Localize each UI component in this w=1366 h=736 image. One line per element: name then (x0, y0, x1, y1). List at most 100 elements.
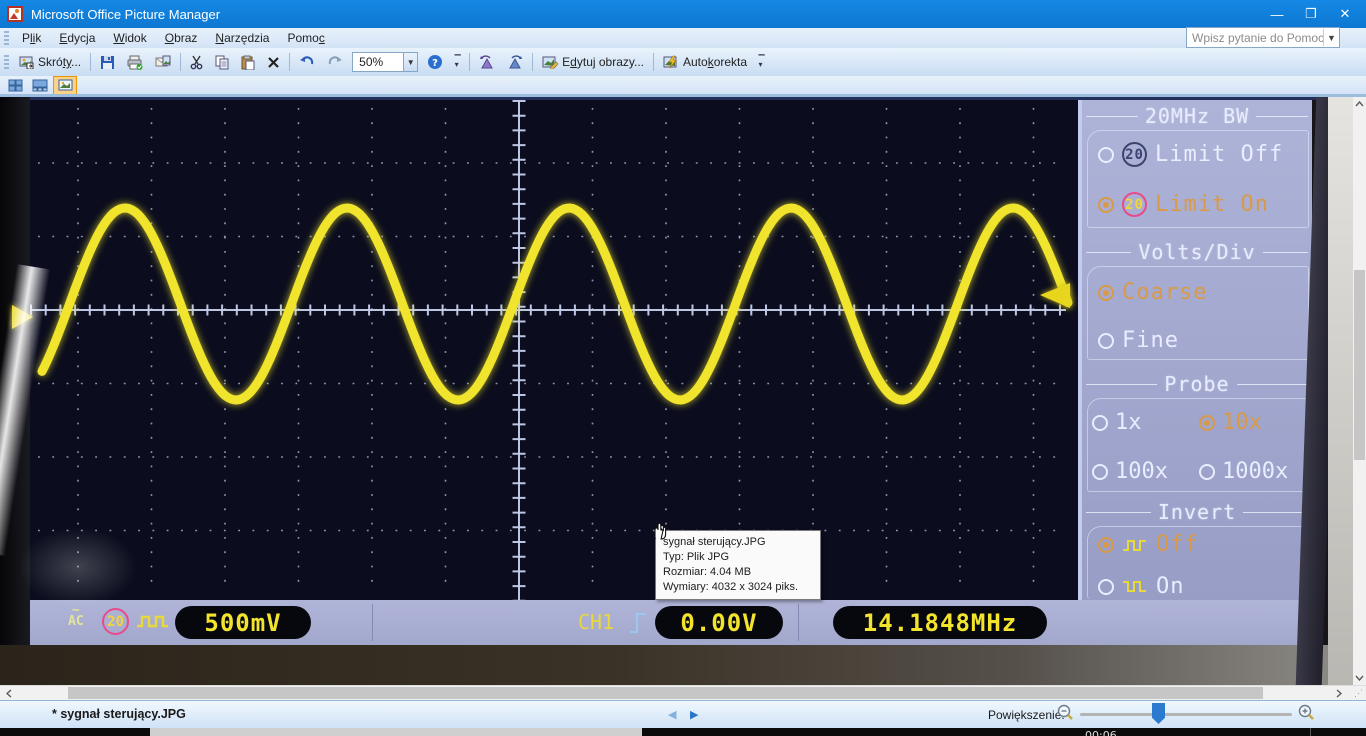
app-icon (7, 6, 23, 22)
rotate-left-button[interactable] (473, 52, 501, 72)
tooltip-dimensions: Wymiary: 4032 x 3024 piks. (663, 580, 813, 595)
minimize-button[interactable]: — (1260, 0, 1294, 28)
menu-edycja[interactable]: Edycja (50, 29, 104, 47)
scroll-down-icon[interactable] (1353, 671, 1366, 685)
view-mode-bar (0, 76, 1366, 94)
tooltip-type: Typ: Plik JPG (663, 550, 813, 565)
coupling-squarewave-icon (136, 612, 170, 632)
rotate-right-button[interactable] (501, 52, 529, 72)
bw-badge-icon: 20 (1122, 142, 1147, 167)
current-filename: * sygnał sterujący.JPG (52, 707, 186, 721)
autocorrect-button[interactable]: Autokorekta (657, 52, 753, 72)
horizontal-scroll-thumb[interactable] (68, 687, 1263, 699)
edit-images-button[interactable]: Edytuj obrazy... (536, 52, 650, 72)
thumbnail-view-button[interactable] (3, 76, 27, 95)
undo-button[interactable] (293, 52, 321, 72)
mail-icon (155, 55, 171, 69)
previous-image-button[interactable]: ◀ (668, 708, 676, 721)
single-image-view-icon (58, 79, 73, 91)
radio-icon (1098, 333, 1114, 349)
help-search-input[interactable]: Wpisz pytanie do Pomocy ▼ (1186, 27, 1340, 48)
zoom-slider-label: Powiększenie: (988, 708, 1065, 722)
option-probe-10x: 10x (1199, 410, 1306, 435)
trigger-edge-icon (628, 608, 650, 636)
option-limit-off: 20 Limit Off (1098, 142, 1283, 167)
volts-per-div-readout: 500mV (175, 606, 311, 639)
zoom-in-icon[interactable] (1298, 704, 1315, 722)
menu-narzedzia[interactable]: Narzędzia (206, 29, 278, 47)
toolbar-grip (4, 31, 9, 45)
option-probe-1000x: 1000x (1199, 459, 1306, 484)
channel-label: CH1 (578, 610, 614, 634)
zoom-value[interactable]: 50% (352, 52, 403, 72)
undo-icon (299, 55, 315, 69)
horizontal-scrollbar[interactable]: ⋰ (0, 685, 1366, 700)
option-invert-on: On (1098, 574, 1185, 599)
zoom-slider-track[interactable] (1080, 713, 1292, 716)
svg-text:?: ? (432, 58, 438, 69)
edit-image-icon (542, 55, 558, 69)
mail-button[interactable] (149, 52, 177, 72)
background-wall (1328, 97, 1353, 685)
option-probe-1x: 1x (1092, 410, 1199, 435)
taskbar-separator (1310, 728, 1311, 736)
toolbar-overflow-icon[interactable]: ▔▾ (755, 51, 768, 73)
help-button[interactable]: ? (421, 51, 449, 73)
toolbar-overflow-icon[interactable]: ▔▾ (451, 51, 464, 73)
print-button[interactable] (121, 52, 149, 73)
option-invert-off: Off (1098, 532, 1199, 557)
redo-button[interactable] (321, 52, 349, 72)
application-window: Microsoft Office Picture Manager — ❐ ✕ P… (0, 0, 1366, 736)
menu-plik[interactable]: Plik (13, 29, 50, 47)
section-title-voltsdiv: Volts/Div (1086, 240, 1308, 264)
scroll-up-icon[interactable] (1353, 97, 1366, 111)
scope-readout-bar: ∼AC 20 500mV CH1 0.00V 14.1848MHz (30, 600, 1312, 645)
title-bar: Microsoft Office Picture Manager — ❐ ✕ (0, 0, 1366, 28)
save-button[interactable] (94, 52, 121, 73)
filmstrip-view-button[interactable] (28, 76, 52, 95)
scope-graticule (30, 100, 1078, 600)
zoom-out-icon[interactable] (1057, 704, 1074, 722)
scroll-right-icon[interactable] (1332, 686, 1346, 700)
shortcut-picture-icon (19, 56, 34, 69)
menu-widok[interactable]: Widok (104, 29, 155, 47)
menu-obraz[interactable]: Obraz (156, 29, 207, 47)
next-image-button[interactable]: ▶ (690, 708, 698, 721)
menu-bar: Plik Edycja Widok Obraz Narzędzia Pomoc … (0, 28, 1366, 48)
close-button[interactable]: ✕ (1328, 0, 1362, 28)
paste-icon (241, 55, 255, 70)
file-info-tooltip: sygnał sterujący.JPG Typ: Plik JPG Rozmi… (655, 530, 821, 600)
radio-icon (1199, 464, 1215, 480)
copy-icon (215, 55, 229, 70)
taskbar-window-button[interactable] (150, 728, 642, 736)
taskbar-clock: 00:06 (1085, 728, 1145, 736)
copy-button[interactable] (209, 52, 235, 73)
glare-reflection (18, 527, 138, 607)
help-search-placeholder: Wpisz pytanie do Pomocy (1187, 31, 1323, 45)
delete-button[interactable] (261, 53, 286, 72)
menu-pomoc[interactable]: Pomoc (278, 29, 333, 47)
cut-button[interactable] (184, 52, 209, 73)
restore-button[interactable]: ❐ (1294, 0, 1328, 28)
section-title-invert: Invert (1086, 500, 1308, 524)
scroll-left-icon[interactable] (2, 686, 16, 700)
save-icon (100, 55, 115, 70)
help-search-dropdown-icon[interactable]: ▼ (1323, 29, 1339, 46)
single-image-view-button[interactable] (53, 76, 77, 95)
redo-icon (327, 55, 343, 69)
paste-button[interactable] (235, 52, 261, 73)
option-probe-100x: 100x (1092, 459, 1199, 484)
zoom-combobox[interactable]: 50% ▼ (352, 52, 418, 72)
zoom-dropdown-icon[interactable]: ▼ (403, 52, 418, 72)
delete-x-icon (267, 56, 280, 69)
printer-icon (127, 55, 143, 70)
squarewave-inverted-icon (1122, 580, 1148, 594)
vertical-scrollbar[interactable] (1353, 97, 1366, 685)
radio-icon (1199, 415, 1215, 431)
help-icon: ? (427, 54, 443, 70)
shortcuts-button[interactable]: Skróty... (13, 52, 87, 72)
vertical-scroll-thumb[interactable] (1354, 270, 1365, 460)
trigger-level-readout: 0.00V (655, 606, 783, 639)
bandwidth-20-badge-icon: 20 (102, 608, 129, 635)
option-coarse: Coarse (1098, 280, 1207, 305)
